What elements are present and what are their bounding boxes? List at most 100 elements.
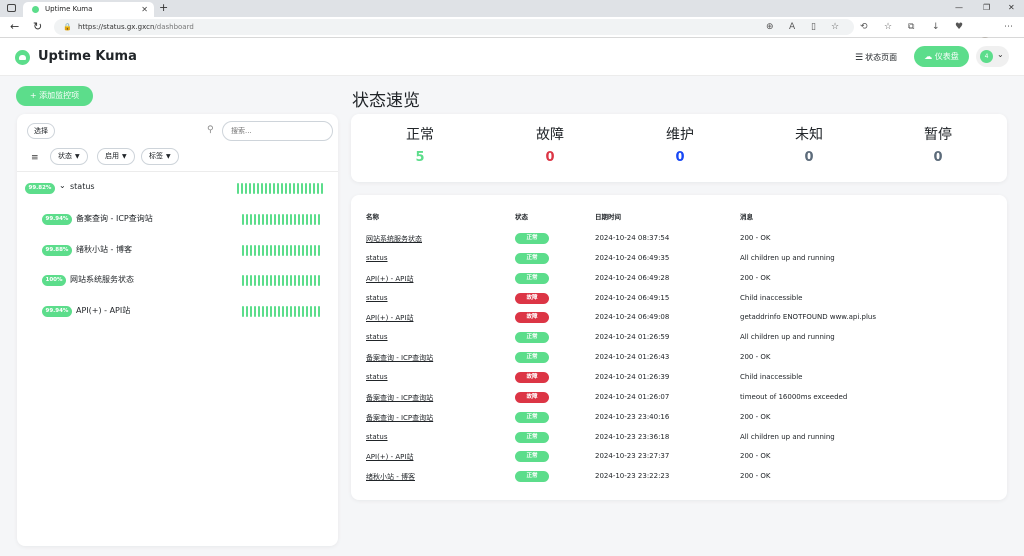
filter-tags[interactable]: 标签 ▼: [141, 148, 179, 165]
event-monitor-link[interactable]: status: [366, 294, 388, 302]
heartbeat-beat: [317, 183, 319, 194]
monitor-row[interactable]: 100% 网站系统服务状态: [17, 271, 338, 291]
monitor-group-row[interactable]: 99.82% ⌄ status: [17, 179, 338, 199]
heartbeat-beat: [242, 214, 244, 225]
profile-dropdown[interactable]: 4 ⌄: [976, 46, 1009, 67]
restore-icon[interactable]: ❐: [983, 0, 990, 16]
status-badge: 正常: [515, 352, 549, 364]
search-input[interactable]: [222, 121, 333, 141]
url-text: https://status.gx.gxcn/dashboard: [78, 23, 194, 31]
monitor-name: API(+) - API站: [76, 306, 131, 315]
add-monitor-button[interactable]: + 添加监控项: [16, 86, 93, 106]
brand-title[interactable]: Uptime Kuma: [38, 49, 137, 64]
event-monitor-link[interactable]: 备案查询 - ICP查询站: [366, 353, 433, 363]
monitor-name: status: [70, 182, 95, 191]
filter-icon[interactable]: ≡: [31, 153, 39, 163]
heartbeat-beat: [266, 275, 268, 286]
heartbeat-beat: [318, 214, 320, 225]
monitor-row[interactable]: 99.94% 备案查询 - ICP查询站: [17, 210, 338, 230]
heartbeat-beat: [249, 183, 251, 194]
favorites-bar-icon[interactable]: ☆: [884, 21, 892, 33]
heartbeat-beat: [262, 306, 264, 317]
event-monitor-link[interactable]: 备案查询 - ICP查询站: [366, 393, 433, 403]
monitor-row[interactable]: 99.94% API(+) - API站: [17, 302, 338, 322]
heartbeat-beat: [278, 306, 280, 317]
uptime-badge: 99.94%: [42, 214, 72, 225]
stat-value: 0: [545, 150, 555, 165]
read-aloud-icon[interactable]: A: [789, 21, 795, 33]
status-badge: 正常: [515, 431, 549, 443]
heartbeat-beat: [306, 306, 308, 317]
heartbeat-beat: [314, 245, 316, 256]
table-row: 备案查询 - ICP查询站 故障 2024-10-24 01:26:07 timeou…: [351, 389, 1007, 408]
table-row: status 正常 2024-10-24 06:49:35 All children …: [351, 250, 1007, 269]
event-monitor-link[interactable]: 网站系统服务状态: [366, 234, 422, 244]
event-message: 200 - OK: [740, 273, 771, 282]
extensions-icon[interactable]: ⟲: [860, 21, 868, 33]
heartbeat-beat: [278, 214, 280, 225]
event-datetime: 2024-10-24 08:37:54: [595, 234, 670, 242]
reader-icon[interactable]: ▯: [811, 21, 816, 33]
event-monitor-link[interactable]: status: [366, 433, 388, 441]
heartbeat-beat: [314, 306, 316, 317]
status-badge: 正常: [515, 233, 549, 244]
status-badge: 故障: [515, 312, 549, 324]
heartbeat-beat: [265, 183, 267, 194]
event-message: 200 - OK: [740, 472, 771, 481]
more-icon[interactable]: ⋯: [1004, 21, 1013, 33]
window-menu-icon[interactable]: [7, 4, 16, 12]
heartbeat-beat: [250, 245, 252, 256]
stat-value: 0: [804, 150, 814, 165]
event-monitor-link[interactable]: API(+) - API站: [366, 313, 413, 323]
heartbeat-beat: [246, 245, 248, 256]
filter-status[interactable]: 状态 ▼: [50, 148, 88, 165]
heartbeat-beat: [290, 306, 292, 317]
table-row: 备案查询 - ICP查询站 正常 2024-10-23 23:40:16 200 - …: [351, 409, 1007, 428]
back-icon[interactable]: ←: [10, 20, 19, 34]
status-page-link[interactable]: ☰ 状态页面: [855, 52, 897, 63]
stat-value: 5: [415, 150, 425, 165]
app-header: Uptime Kuma ☰ 状态页面 ☁ 仪表盘 4 ⌄: [0, 38, 1024, 76]
search-icon: ⚲: [207, 125, 214, 135]
refresh-icon[interactable]: ↻: [33, 20, 42, 34]
event-monitor-link[interactable]: 备案查询 - ICP查询站: [366, 413, 433, 423]
event-monitor-link[interactable]: status: [366, 254, 388, 262]
filter-active[interactable]: 启用 ▼: [97, 148, 135, 165]
collections-icon[interactable]: ⧉: [908, 21, 914, 33]
dashboard-button[interactable]: ☁ 仪表盘: [914, 46, 969, 67]
tab-close-icon[interactable]: ✕: [141, 2, 148, 17]
lock-icon: 🔒: [63, 23, 72, 31]
close-window-icon[interactable]: ✕: [1008, 0, 1015, 16]
event-monitor-link[interactable]: status: [366, 333, 388, 341]
heartbeat-bar: [237, 183, 323, 194]
heartbeat-beat: [246, 306, 248, 317]
event-monitor-link[interactable]: API(+) - API站: [366, 452, 413, 462]
install-app-icon[interactable]: ⊕: [766, 21, 774, 33]
url-field[interactable]: 🔒 https://status.gx.gxcn/dashboard: [54, 19, 854, 35]
heartbeat-beat: [310, 306, 312, 317]
browser-tab[interactable]: Uptime Kuma ✕: [23, 2, 154, 17]
heartbeat-beat: [298, 306, 300, 317]
heartbeat-beat: [321, 183, 323, 194]
health-icon[interactable]: ♥: [955, 21, 963, 33]
favorite-icon[interactable]: ☆: [831, 21, 839, 33]
new-tab-icon[interactable]: +: [159, 0, 168, 16]
monitor-row[interactable]: 99.88% 绪秋小站 - 博客: [17, 241, 338, 261]
heartbeat-beat: [314, 275, 316, 286]
event-datetime: 2024-10-24 06:49:15: [595, 293, 670, 302]
chevron-down-icon: ▼: [166, 153, 171, 160]
event-monitor-link[interactable]: status: [366, 373, 388, 381]
tab-title: Uptime Kuma: [45, 5, 93, 13]
heartbeat-beat: [286, 245, 288, 256]
select-button[interactable]: 选择: [27, 123, 55, 139]
event-monitor-link[interactable]: API(+) - API站: [366, 274, 413, 284]
minimize-icon[interactable]: —: [955, 0, 963, 16]
downloads-icon[interactable]: ↓: [932, 21, 940, 33]
heartbeat-beat: [310, 275, 312, 286]
event-datetime: 2024-10-24 01:26:39: [595, 372, 670, 381]
table-row: 网站系统服务状态 正常 2024-10-24 08:37:54 200 - OK: [351, 230, 1007, 249]
event-monitor-link[interactable]: 绪秋小站 - 博客: [366, 472, 415, 482]
divider: [17, 171, 338, 172]
col-header-status: 状态: [515, 213, 528, 221]
chevron-down-icon[interactable]: ⌄: [59, 181, 66, 190]
